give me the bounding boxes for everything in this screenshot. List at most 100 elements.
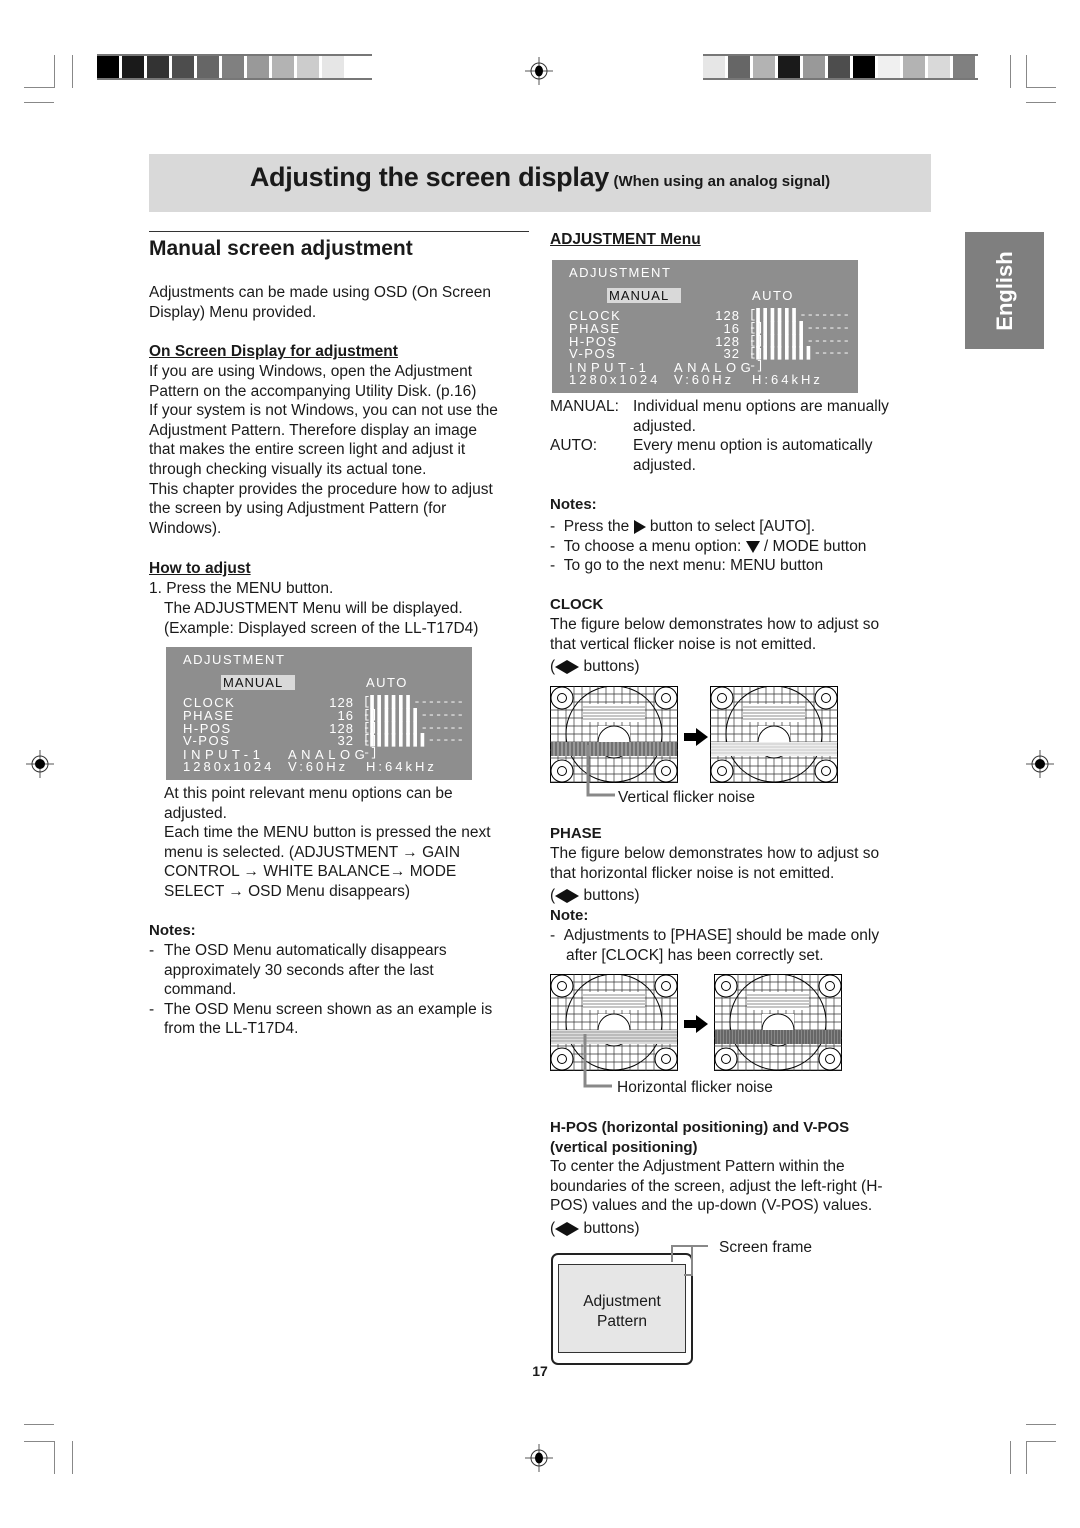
text-line: Adjustment <box>583 1293 661 1310</box>
crop-mark <box>1026 1441 1027 1474</box>
text-line: If your system is not Windows, you can n… <box>149 402 498 420</box>
language-tab-label: English <box>991 250 1017 331</box>
gray-swatch <box>122 56 144 78</box>
osd-row-label: V-POS <box>183 733 231 749</box>
text-line: SELECT → OSD Menu disappears) <box>164 882 411 900</box>
page-title-sub: (When using an analog signal) <box>613 173 831 190</box>
text-line: menu is selected. (ADJUSTMENT → GAIN <box>164 843 461 861</box>
text-line: after [CLOCK] has been correctly set. <box>566 946 824 964</box>
gray-swatch <box>803 56 825 78</box>
crop-mark <box>54 55 55 88</box>
manual-desc: Individual menu options are manually <box>633 398 889 415</box>
osd-row-bar: [▌▌▌▌▌▌▌▌------] <box>749 346 850 374</box>
arrow-right-icon <box>684 1015 708 1033</box>
crop-mark <box>24 1441 54 1442</box>
right-arrow-icon <box>567 659 580 674</box>
buttons-hint: ( buttons) <box>550 1220 640 1237</box>
left-arrow-icon <box>555 659 568 674</box>
osd-row-label: V-POS <box>569 346 617 362</box>
gray-swatch <box>828 56 850 78</box>
buttons-label: buttons) <box>583 658 640 675</box>
gray-swatch <box>778 56 800 78</box>
page-title-main: Adjusting the screen display <box>249 162 610 192</box>
osd-menu: ADJUSTMENT MANUAL AUTO CLOCK 128 [▌▌▌▌▌▌-----… <box>552 260 858 393</box>
crop-mark <box>72 55 73 88</box>
callout-line <box>586 745 615 797</box>
osd-row-value: 16 <box>337 707 354 723</box>
step-1: 1. Press the MENU button. <box>149 580 334 597</box>
osd-manual-option: MANUAL <box>221 675 296 690</box>
horizontal-flicker-caption: Horizontal flicker noise <box>617 1079 773 1096</box>
registration-mark-icon <box>525 1444 553 1472</box>
gray-swatch <box>297 56 319 78</box>
note-item: - The OSD Menu screen shown as an example… <box>149 1000 493 1038</box>
section-rule <box>149 231 529 232</box>
adjustment-pattern-box: Adjustment Pattern <box>558 1264 686 1353</box>
gray-swatch <box>272 56 294 78</box>
adjustment-pattern-horizontal-noise <box>550 974 678 1071</box>
text-line: that horizontal flicker noise is not emi… <box>550 864 835 882</box>
osd-row-value: 32 <box>337 733 354 749</box>
osd-title: ADJUSTMENT <box>569 265 672 280</box>
clock-heading: CLOCK <box>550 596 604 613</box>
text-line: Pattern <box>597 1312 647 1330</box>
how-to-adjust-heading: How to adjust <box>149 560 251 577</box>
text-line: The figure below demonstrates how to adj… <box>550 845 880 862</box>
crop-mark <box>1026 55 1027 88</box>
right-arrow-icon <box>567 888 580 903</box>
text-line: (Example: Displayed screen of the LL-T17… <box>164 619 479 637</box>
text-line: Display) Menu provided. <box>149 303 317 321</box>
crop-mark <box>54 1441 55 1474</box>
osd-resolution: 1280x1024 <box>569 372 661 387</box>
text-line: boundaries of the screen, adjust the lef… <box>550 1177 883 1195</box>
grayscale-bar-left <box>97 54 372 80</box>
crop-mark <box>1026 87 1056 88</box>
osd-paragraph: If you are using Windows, open the Adjus… <box>149 362 534 538</box>
osd-hfreq: H:64kHz <box>366 759 437 774</box>
text-line: Windows). <box>149 519 222 537</box>
notes-title: Notes: <box>550 496 597 513</box>
osd-resolution: 1280x1024 <box>183 759 275 774</box>
buttons-hint: ( buttons) <box>550 887 640 904</box>
manual-desc: adjusted. <box>633 417 696 435</box>
adjustment-pattern-clean <box>710 686 838 783</box>
osd-row-label: PHASE <box>569 320 621 336</box>
text-line: Adjustments to [PHASE] should be made on… <box>563 927 880 944</box>
gray-swatch <box>953 56 975 78</box>
mode-definitions: MANUAL: Individual menu options are manua… <box>550 397 930 475</box>
gray-swatch <box>703 56 725 78</box>
registration-mark-icon <box>26 750 54 778</box>
note-title: Note: <box>550 907 589 924</box>
menu-cycle-paragraph: At this point relevant menu options can … <box>164 784 534 902</box>
callout-line <box>671 1245 708 1276</box>
gray-swatch <box>853 56 875 78</box>
text-line: Adjustment Pattern. Therefore display an… <box>149 421 477 439</box>
intro-paragraph: Adjustments can be made using OSD (On Sc… <box>149 283 534 322</box>
section-title: Manual screen adjustment <box>149 237 413 261</box>
note-item: - Press the button to select [AUTO]. <box>550 518 815 535</box>
osd-row-bar: [▌▌▌▌▌▌▌▌------] <box>363 733 464 761</box>
text-line: The figure below demonstrates how to adj… <box>550 616 880 633</box>
auto-term: AUTO: <box>550 437 598 455</box>
left-arrow-icon <box>555 888 568 903</box>
text-line: that makes the entire screen light and a… <box>149 441 466 459</box>
crop-mark <box>24 87 54 88</box>
text-line: Each time the MENU button is pressed the… <box>164 824 491 842</box>
notes-title: Notes: <box>149 922 196 939</box>
down-arrow-icon <box>745 540 760 553</box>
buttons-label: buttons) <box>583 1220 640 1237</box>
arrow-right-icon <box>684 728 708 746</box>
gray-swatch <box>728 56 750 78</box>
crop-mark <box>72 1441 73 1474</box>
registration-mark-icon <box>525 57 553 85</box>
crop-mark <box>1010 1441 1011 1474</box>
auto-desc: adjusted. <box>633 456 696 474</box>
crop-mark <box>24 1424 54 1425</box>
phase-note: - Adjustments to [PHASE] should be made … <box>550 927 880 964</box>
gray-swatch <box>197 56 219 78</box>
osd-auto-option: AUTO <box>752 288 794 303</box>
adjustment-menu-heading: ADJUSTMENT Menu <box>550 231 701 248</box>
text-line: To center the Adjustment Pattern within … <box>550 1158 845 1175</box>
osd-auto-option: AUTO <box>366 675 408 690</box>
note-item: - The OSD Menu automatically disappears ap… <box>149 942 447 999</box>
